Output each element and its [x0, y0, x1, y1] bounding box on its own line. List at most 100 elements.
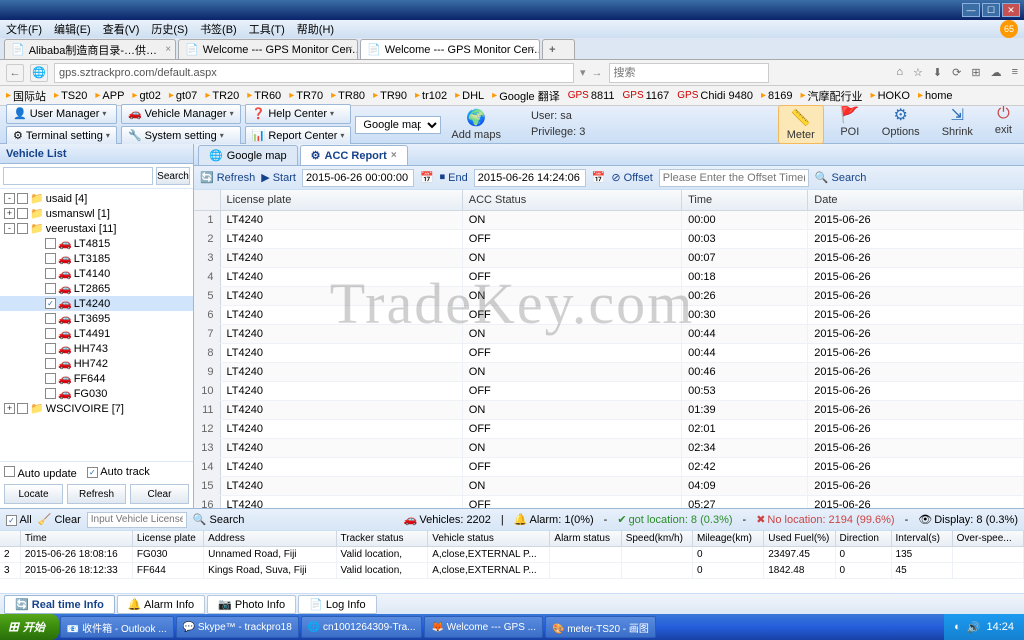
- panel-tab[interactable]: 🌐 Google map: [198, 145, 298, 165]
- tree-checkbox[interactable]: [45, 238, 56, 249]
- bookmark-item[interactable]: ▸tr102: [415, 90, 447, 102]
- column-header[interactable]: Used Fuel(%): [764, 531, 835, 547]
- help-center-menu[interactable]: ❓ Help Center ▾: [245, 104, 352, 124]
- tree-node[interactable]: 🚗HH742: [0, 356, 193, 371]
- column-header[interactable]: License plate: [220, 190, 462, 210]
- refresh-button[interactable]: Refresh: [67, 484, 126, 504]
- system-setting-menu[interactable]: 🔧 System setting ▾: [121, 126, 241, 146]
- tree-checkbox[interactable]: [17, 403, 28, 414]
- column-header[interactable]: Alarm status: [550, 531, 621, 547]
- auto-update-checkbox[interactable]: Auto update: [4, 466, 77, 480]
- tab-close-icon[interactable]: ×: [165, 44, 171, 55]
- bookmark-item[interactable]: GPS8811: [568, 90, 615, 102]
- table-row[interactable]: 3LT4240ON00:072015-06-26: [194, 248, 1024, 267]
- bookmark-item[interactable]: ▸TR60: [247, 90, 281, 102]
- refresh-link[interactable]: 🔄 Refresh: [200, 171, 255, 184]
- addons-icon[interactable]: ⊞: [971, 66, 980, 79]
- clear-button[interactable]: Clear: [130, 484, 189, 504]
- tree-node[interactable]: 🚗LT4815: [0, 236, 193, 251]
- menu-item[interactable]: 查看(V): [103, 21, 140, 37]
- start-calendar-icon[interactable]: 📅: [420, 171, 434, 184]
- column-header[interactable]: Address: [204, 531, 336, 547]
- bookmark-item[interactable]: ▸Google 翻译: [492, 88, 560, 104]
- close-button[interactable]: ✕: [1002, 3, 1020, 17]
- taskbar-item[interactable]: 📧 收件箱 - Outlook ...: [60, 616, 174, 638]
- column-header[interactable]: License plate: [132, 531, 203, 547]
- menu-item[interactable]: 历史(S): [151, 21, 188, 37]
- tree-node[interactable]: -📁veerustaxi [11]: [0, 221, 193, 236]
- options-button[interactable]: ⚙Options: [876, 105, 926, 144]
- map-select[interactable]: Google map: [355, 116, 441, 134]
- bp-clear-button[interactable]: 🧹 Clear: [38, 513, 81, 526]
- tree-node[interactable]: 🚗LT4140: [0, 266, 193, 281]
- table-row[interactable]: 6LT4240OFF00:302015-06-26: [194, 305, 1024, 324]
- acc-report-grid[interactable]: License plateACC StatusTimeDate1LT4240ON…: [194, 190, 1024, 508]
- vehicle-license-input[interactable]: [87, 512, 187, 528]
- table-row[interactable]: 2LT4240OFF00:032015-06-26: [194, 229, 1024, 248]
- terminal-setting-menu[interactable]: ⚙ Terminal setting ▾: [6, 126, 117, 146]
- search-input[interactable]: [609, 63, 769, 83]
- table-row[interactable]: 9LT4240ON00:462015-06-26: [194, 362, 1024, 381]
- column-header[interactable]: Time: [682, 190, 808, 210]
- tree-checkbox[interactable]: [45, 373, 56, 384]
- tree-node[interactable]: 🚗LT3695: [0, 311, 193, 326]
- table-row[interactable]: 15LT4240ON04:092015-06-26: [194, 476, 1024, 495]
- tree-checkbox[interactable]: [45, 283, 56, 294]
- bookmark-item[interactable]: ▸APP: [95, 90, 124, 102]
- url-input[interactable]: [54, 63, 574, 83]
- shrink-button[interactable]: ⇲Shrink: [936, 105, 979, 144]
- browser-tab[interactable]: 📄Welcome --- GPS Monitor Cen…×: [360, 39, 540, 59]
- start-button[interactable]: ⊞ 开始: [0, 614, 59, 640]
- go-button[interactable]: →: [592, 67, 603, 79]
- table-row[interactable]: 5LT4240ON00:262015-06-26: [194, 286, 1024, 305]
- star-icon[interactable]: ☆: [913, 66, 923, 79]
- bookmark-item[interactable]: ▸国际站: [6, 88, 46, 104]
- bookmark-item[interactable]: ▸gt02: [132, 90, 160, 102]
- bp-search-button[interactable]: 🔍 Search: [193, 513, 245, 526]
- poi-button[interactable]: 🚩POI: [834, 105, 866, 144]
- bookmark-item[interactable]: ▸gt07: [169, 90, 197, 102]
- column-header[interactable]: [0, 531, 20, 547]
- tree-toggle-icon[interactable]: +: [4, 208, 15, 219]
- bookmark-item[interactable]: ▸汽摩配行业: [801, 88, 863, 104]
- tab-close-icon[interactable]: ×: [347, 44, 353, 55]
- browser-tab[interactable]: 📄Alibaba制造商目录-…供…×: [4, 39, 176, 59]
- tree-checkbox[interactable]: [17, 208, 28, 219]
- back-button[interactable]: ←: [6, 64, 24, 82]
- tree-checkbox[interactable]: [45, 358, 56, 369]
- tree-node[interactable]: ✓🚗LT4240: [0, 296, 193, 311]
- history-icon[interactable]: ⟳: [952, 66, 961, 79]
- locate-button[interactable]: Locate: [4, 484, 63, 504]
- tree-checkbox[interactable]: [45, 268, 56, 279]
- offset-input[interactable]: [659, 169, 809, 187]
- bookmark-item[interactable]: ▸8169: [761, 90, 793, 102]
- meter-button[interactable]: 📏Meter: [778, 105, 824, 144]
- tree-checkbox[interactable]: ✓: [45, 298, 56, 309]
- tree-node[interactable]: +📁usmanswl [1]: [0, 206, 193, 221]
- browser-tab[interactable]: 📄Welcome --- GPS Monitor Cen…×: [178, 39, 358, 59]
- table-row[interactable]: 1LT4240ON00:002015-06-26: [194, 210, 1024, 229]
- taskbar-item[interactable]: 🌐 cn1001264309-Tra...: [301, 616, 423, 638]
- menu-icon[interactable]: ≡: [1012, 66, 1018, 79]
- menu-item[interactable]: 工具(T): [249, 21, 285, 37]
- menu-item[interactable]: 帮助(H): [297, 21, 334, 37]
- column-header[interactable]: Speed(km/h): [621, 531, 692, 547]
- bookmark-item[interactable]: ▸DHL: [455, 90, 484, 102]
- minimize-button[interactable]: —: [962, 3, 980, 17]
- new-tab-button[interactable]: +: [542, 39, 574, 59]
- vehicle-search-input[interactable]: [3, 167, 153, 185]
- tree-checkbox[interactable]: [17, 193, 28, 204]
- column-header[interactable]: Mileage(km): [692, 531, 763, 547]
- menu-item[interactable]: 编辑(E): [54, 21, 91, 37]
- report-center-menu[interactable]: 📊 Report Center ▾: [245, 126, 352, 146]
- tree-checkbox[interactable]: [45, 253, 56, 264]
- home-icon[interactable]: ⌂: [896, 66, 903, 79]
- info-tab[interactable]: 📄 Log Info: [298, 595, 377, 614]
- table-row[interactable]: 4LT4240OFF00:182015-06-26: [194, 267, 1024, 286]
- column-header[interactable]: Time: [20, 531, 132, 547]
- tree-checkbox[interactable]: [45, 343, 56, 354]
- menu-item[interactable]: 书签(B): [200, 21, 237, 37]
- table-row[interactable]: 12LT4240OFF02:012015-06-26: [194, 419, 1024, 438]
- dropdown-icon[interactable]: ▾: [580, 66, 586, 79]
- exit-button[interactable]: ⏻exit: [989, 105, 1018, 144]
